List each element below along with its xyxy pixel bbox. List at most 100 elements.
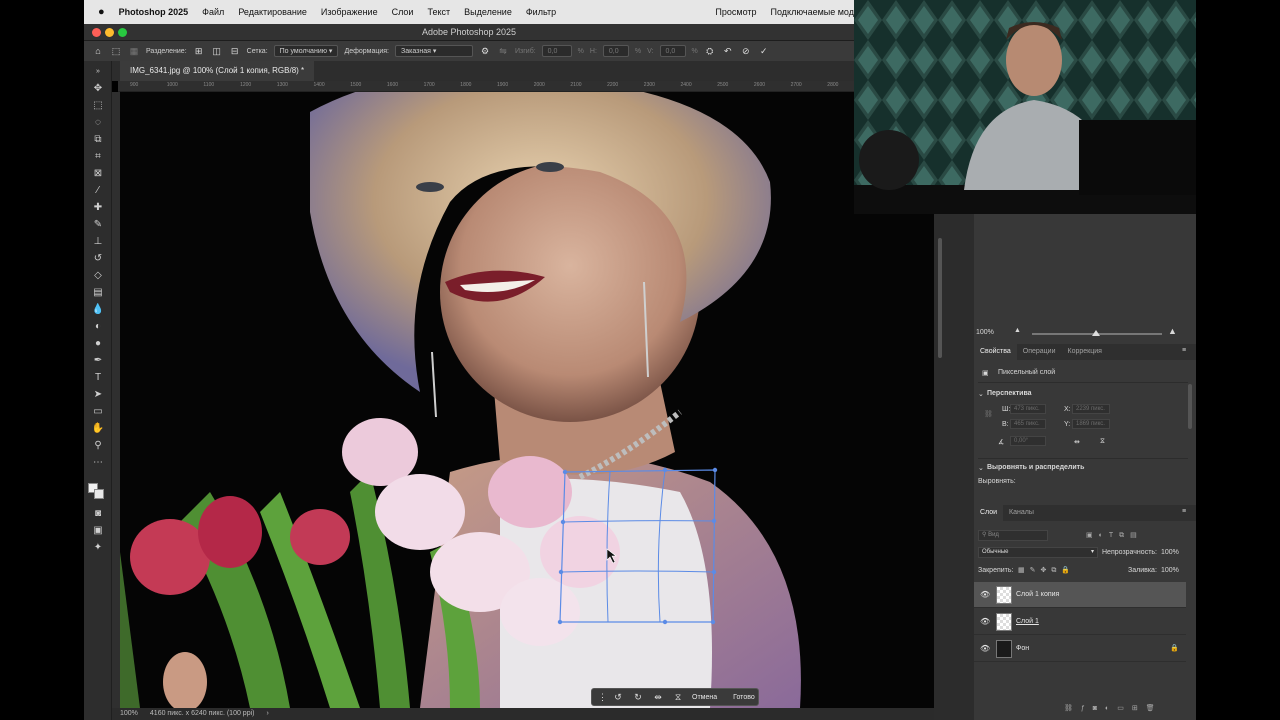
type-tool-icon[interactable]: T xyxy=(90,371,106,385)
document-canvas[interactable] xyxy=(120,92,934,708)
menu-edit[interactable]: Редактирование xyxy=(238,7,307,17)
layers-menu-icon[interactable]: ≡ xyxy=(1182,508,1186,515)
eyedropper-icon[interactable]: ⁄ xyxy=(90,184,106,198)
lasso-tool-icon[interactable]: ◌ xyxy=(90,116,106,130)
close-window-button[interactable] xyxy=(92,28,101,37)
visibility-eye-icon[interactable]: 👁 xyxy=(980,644,990,653)
menu-plugins[interactable]: Подключаемые мод xyxy=(771,7,854,17)
apple-icon[interactable]: ● xyxy=(98,6,105,18)
clone-stamp-icon[interactable]: ⊥ xyxy=(90,235,106,249)
transform-tool-icon[interactable]: ⬚ xyxy=(110,46,122,57)
menu-text[interactable]: Текст xyxy=(427,7,450,17)
warp-select[interactable]: Заказная ▾ xyxy=(395,45,473,57)
link-proportions-icon[interactable]: ⛓ xyxy=(984,410,993,418)
menu-filter[interactable]: Фильтр xyxy=(526,7,556,17)
rotate-right-icon[interactable]: ↻ xyxy=(632,692,644,703)
split-horizontal-icon[interactable]: ⊟ xyxy=(229,46,241,57)
tab-adjustments[interactable]: Коррекция xyxy=(1062,344,1108,360)
gradient-tool-icon[interactable]: ▤ xyxy=(90,286,106,300)
fill-value[interactable]: 100% xyxy=(1161,567,1179,574)
undo-icon[interactable]: ↶ xyxy=(722,46,734,57)
zoom-in-mountain-icon[interactable]: ▲ xyxy=(1168,326,1177,336)
x-field[interactable]: 2239 пикс. xyxy=(1072,404,1110,414)
more-tools-icon[interactable]: ⋯ xyxy=(90,456,106,470)
menu-file[interactable]: Файл xyxy=(202,7,224,17)
reference-point-icon[interactable]: ▦ xyxy=(128,46,140,57)
shape-tool-icon[interactable]: ▭ xyxy=(90,405,106,419)
marquee-tool-icon[interactable]: ⬚ xyxy=(90,99,106,113)
history-brush-icon[interactable]: ↺ xyxy=(90,252,106,266)
commit-transform-icon[interactable]: ✓ xyxy=(758,46,770,57)
layer-row[interactable]: 👁 Слой 1 xyxy=(974,609,1186,635)
zoom-out-mountain-icon[interactable]: ▲ xyxy=(1014,327,1021,334)
home-icon[interactable]: ⌂ xyxy=(92,46,104,56)
menu-app-name[interactable]: Photoshop 2025 xyxy=(119,7,189,17)
menu-select[interactable]: Выделение xyxy=(464,7,512,17)
layer-name[interactable]: Слой 1 копия xyxy=(1016,591,1059,598)
flip-h-icon[interactable]: ⇹ xyxy=(1074,438,1080,446)
split-cross-icon[interactable]: ⊞ xyxy=(193,46,205,57)
healing-brush-icon[interactable]: ✚ xyxy=(90,201,106,215)
chevron-down-icon[interactable]: ⌄ xyxy=(978,390,984,398)
navigator-slider-thumb[interactable] xyxy=(1092,330,1100,336)
tab-layers[interactable]: Слои xyxy=(974,505,1004,521)
grid-select[interactable]: По умолчанию ▾ xyxy=(273,45,339,57)
warp-orientation-icon[interactable]: ⇋ xyxy=(497,46,509,57)
status-arrow-icon[interactable]: › xyxy=(266,708,268,720)
lock-icon[interactable]: 🔒 xyxy=(1170,644,1179,652)
layer-row-selected[interactable]: 👁 Слой 1 копия xyxy=(974,582,1186,608)
angle-field[interactable]: 0,00° xyxy=(1010,436,1046,446)
flip-vertical-icon[interactable]: ⧖ xyxy=(672,692,684,703)
opacity-value[interactable]: 100% xyxy=(1161,549,1179,556)
layer-name[interactable]: Фон xyxy=(1016,645,1029,652)
crop-tool-icon[interactable]: ⌗ xyxy=(90,150,106,164)
eraser-tool-icon[interactable]: ◇ xyxy=(90,269,106,283)
tab-actions[interactable]: Операции xyxy=(1017,344,1062,360)
blur-tool-icon[interactable]: 💧 xyxy=(90,303,106,317)
document-tab[interactable]: IMG_6341.jpg @ 100% (Слой 1 копия, RGB/8… xyxy=(120,61,315,81)
screen-mode-icon[interactable]: ▣ xyxy=(90,524,106,538)
collapse-tools-icon[interactable]: » xyxy=(90,65,106,79)
vertical-scrollbar[interactable] xyxy=(938,238,942,358)
brush-tool-icon[interactable]: ✎ xyxy=(90,218,106,232)
tab-properties[interactable]: Свойства xyxy=(974,344,1017,360)
lock-icons[interactable]: ▦✎✥⧉🔒 xyxy=(1018,566,1075,575)
y-field[interactable]: 1869 пикс. xyxy=(1072,419,1110,429)
menu-layers[interactable]: Слои xyxy=(392,7,414,17)
rotate-left-icon[interactable]: ↺ xyxy=(612,692,624,703)
puppet-warp-icon[interactable]: ⛭ xyxy=(704,46,716,57)
menu-view[interactable]: Просмотр xyxy=(715,7,756,17)
align-section-title[interactable]: Выровнять и распределить xyxy=(987,464,1084,471)
path-select-icon[interactable]: ➤ xyxy=(90,388,106,402)
flip-horizontal-icon[interactable]: ⇹ xyxy=(652,692,664,703)
gear-icon[interactable]: ⚙ xyxy=(479,46,491,57)
hand-tool-icon[interactable]: ✋ xyxy=(90,422,106,436)
pen-tool-icon[interactable]: ✒ xyxy=(90,354,106,368)
cancel-button[interactable]: Отмена xyxy=(692,694,717,701)
height-field[interactable]: 465 пикс. xyxy=(1010,419,1046,429)
navigator-zoom[interactable]: 100% xyxy=(976,329,994,336)
quick-mask-icon[interactable]: ◙ xyxy=(90,507,106,521)
background-color-swatch[interactable] xyxy=(94,489,104,499)
layer-filter-search[interactable]: ⚲ Вид xyxy=(978,530,1048,541)
minimize-window-button[interactable] xyxy=(105,28,114,37)
status-zoom[interactable]: 100% xyxy=(120,708,138,720)
visibility-eye-icon[interactable]: 👁 xyxy=(980,617,990,626)
menu-image[interactable]: Изображение xyxy=(321,7,378,17)
layer-row[interactable]: 👁 Фон 🔒 xyxy=(974,636,1186,662)
layers-footer-icons[interactable]: ⛓ƒ◙◐▭⊞🗑 xyxy=(1064,704,1163,712)
frame-tool-icon[interactable]: ⊠ xyxy=(90,167,106,181)
drag-handle-icon[interactable]: ⋮ xyxy=(598,692,607,703)
blend-mode-select[interactable]: Обычные ▾ xyxy=(978,547,1098,558)
object-select-icon[interactable]: ⧉ xyxy=(90,133,106,147)
layer-name[interactable]: Слой 1 xyxy=(1016,618,1039,625)
dodge-tool-icon[interactable]: ◐ xyxy=(90,320,106,334)
layer-filter-icons[interactable]: ▣◐T⧉▤ xyxy=(1086,531,1143,540)
move-tool-icon[interactable]: ✥ xyxy=(90,82,106,96)
tab-channels[interactable]: Каналы xyxy=(1003,505,1040,521)
perspective-section-title[interactable]: Перспектива xyxy=(987,390,1032,397)
zoom-window-button[interactable] xyxy=(118,28,127,37)
zoom-tool-icon[interactable]: ⚲ xyxy=(90,439,106,453)
done-button[interactable]: Готово xyxy=(733,694,755,701)
cancel-transform-icon[interactable]: ⊘ xyxy=(740,46,752,57)
